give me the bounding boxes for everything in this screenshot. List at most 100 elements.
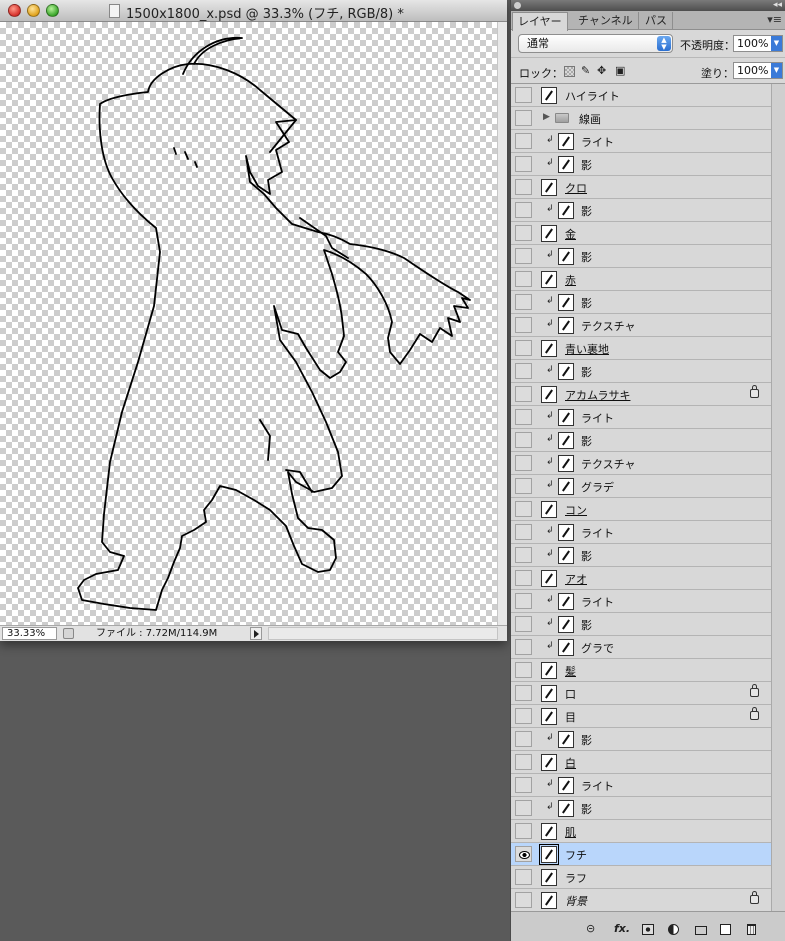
layer-thumbnail-icon[interactable]: [541, 271, 557, 288]
layer-row[interactable]: 背景: [511, 889, 771, 911]
visibility-toggle[interactable]: [515, 133, 532, 149]
layer-thumbnail-icon[interactable]: [541, 340, 557, 357]
layer-thumbnail-icon[interactable]: [558, 547, 574, 564]
layer-row[interactable]: ↲ グラデ: [511, 475, 771, 498]
visibility-toggle[interactable]: [515, 823, 532, 839]
visibility-toggle[interactable]: [515, 225, 532, 241]
close-button[interactable]: [8, 4, 21, 17]
layer-name[interactable]: 影: [581, 732, 592, 748]
layer-thumbnail-icon[interactable]: [539, 844, 559, 865]
visibility-toggle[interactable]: [515, 87, 532, 103]
layer-thumbnail-icon[interactable]: [541, 869, 557, 886]
layer-row[interactable]: 青い裏地: [511, 337, 771, 360]
layer-name[interactable]: 目: [565, 709, 576, 725]
fill-dropdown-icon[interactable]: ▼: [771, 63, 782, 78]
layer-thumbnail-icon[interactable]: [541, 892, 557, 909]
layer-name[interactable]: 影: [581, 548, 592, 564]
layer-name[interactable]: ライト: [581, 134, 614, 150]
layer-name[interactable]: グラで: [581, 640, 614, 656]
visibility-toggle[interactable]: [515, 271, 532, 287]
layer-row[interactable]: アカムラサキ: [511, 383, 771, 406]
layer-name[interactable]: コン: [565, 502, 587, 518]
layer-name[interactable]: ライト: [581, 410, 614, 426]
layer-name[interactable]: 線画: [579, 111, 601, 127]
visibility-toggle[interactable]: [515, 639, 532, 655]
visibility-toggle[interactable]: [515, 547, 532, 563]
panel-titlebar[interactable]: ◂◂: [511, 0, 785, 11]
visibility-toggle[interactable]: [515, 386, 532, 402]
layer-name[interactable]: テクスチャ: [581, 318, 636, 334]
layer-name[interactable]: 影: [581, 249, 592, 265]
zoom-button[interactable]: [46, 4, 59, 17]
layer-name[interactable]: 青い裏地: [565, 341, 609, 357]
layer-name[interactable]: 背景: [565, 893, 587, 909]
layer-name[interactable]: ライト: [581, 525, 614, 541]
blend-mode-select[interactable]: 通常 ▲ ▼: [518, 34, 673, 53]
layer-thumbnail-icon[interactable]: [558, 731, 574, 748]
layer-name[interactable]: ラフ: [565, 870, 587, 886]
layer-name[interactable]: 髪: [565, 663, 576, 679]
visibility-toggle[interactable]: [515, 317, 532, 333]
visibility-toggle[interactable]: [515, 570, 532, 586]
layer-row[interactable]: アオ: [511, 567, 771, 590]
visibility-toggle[interactable]: [515, 455, 532, 471]
layer-thumbnail-icon[interactable]: [541, 386, 557, 403]
layer-row[interactable]: ↲ ライト: [511, 130, 771, 153]
add-mask-icon[interactable]: [642, 924, 654, 935]
layer-thumbnail-icon[interactable]: [558, 156, 574, 173]
layer-name[interactable]: 金: [565, 226, 576, 242]
panel-close-dot[interactable]: [514, 2, 521, 9]
layer-row[interactable]: ラフ: [511, 866, 771, 889]
layer-row[interactable]: ハイライト: [511, 84, 771, 107]
layer-row[interactable]: コン: [511, 498, 771, 521]
layer-name[interactable]: クロ: [565, 180, 587, 196]
layer-row[interactable]: ↲ 影: [511, 728, 771, 751]
layer-row[interactable]: ↲ 影: [511, 360, 771, 383]
fill-field[interactable]: 100% ▼: [733, 62, 783, 79]
status-menu-arrow-icon[interactable]: [250, 627, 262, 640]
layer-style-fx-icon[interactable]: fx.: [614, 923, 630, 935]
layer-row[interactable]: 目: [511, 705, 771, 728]
layer-name[interactable]: 影: [581, 433, 592, 449]
visibility-toggle[interactable]: [515, 524, 532, 540]
visibility-toggle[interactable]: [515, 685, 532, 701]
layer-name[interactable]: アカムラサキ: [565, 387, 630, 403]
layer-row[interactable]: ↲ ライト: [511, 590, 771, 613]
layer-name[interactable]: 口: [565, 686, 576, 702]
status-info-icon[interactable]: [63, 628, 74, 639]
layer-name[interactable]: テクスチャ: [581, 456, 636, 472]
layer-name[interactable]: 影: [581, 364, 592, 380]
layer-thumbnail-icon[interactable]: [541, 708, 557, 725]
lock-all-icon[interactable]: ▣: [615, 64, 625, 77]
layer-thumbnail-icon[interactable]: [541, 570, 557, 587]
vertical-scrollbar[interactable]: [497, 22, 507, 625]
layer-row[interactable]: ↲ 影: [511, 613, 771, 636]
new-layer-icon[interactable]: [720, 924, 731, 935]
lock-image-brush-icon[interactable]: ✎: [581, 64, 590, 77]
layer-thumbnail-icon[interactable]: [558, 455, 574, 472]
visibility-toggle[interactable]: [515, 754, 532, 770]
layer-thumbnail-icon[interactable]: [558, 777, 574, 794]
layer-row[interactable]: 白: [511, 751, 771, 774]
visibility-toggle[interactable]: [515, 248, 532, 264]
layer-thumbnail-icon[interactable]: [558, 317, 574, 334]
visibility-toggle[interactable]: [515, 202, 532, 218]
layer-row[interactable]: ↲ 影: [511, 153, 771, 176]
layer-thumbnail-icon[interactable]: [558, 800, 574, 817]
visibility-toggle[interactable]: [515, 432, 532, 448]
layer-name[interactable]: 影: [581, 295, 592, 311]
lock-position-move-icon[interactable]: ✥: [597, 64, 606, 77]
layer-name[interactable]: フチ: [565, 847, 587, 863]
visibility-toggle[interactable]: [515, 892, 532, 908]
layer-name[interactable]: ライト: [581, 594, 614, 610]
layer-thumbnail-icon[interactable]: [558, 593, 574, 610]
layer-thumbnail-icon[interactable]: [541, 87, 557, 104]
layer-name[interactable]: 赤: [565, 272, 576, 288]
layer-name[interactable]: 影: [581, 203, 592, 219]
visibility-toggle[interactable]: [515, 363, 532, 379]
layer-thumbnail-icon[interactable]: [558, 409, 574, 426]
layer-thumbnail-icon[interactable]: [541, 225, 557, 242]
visibility-toggle[interactable]: [515, 156, 532, 172]
new-group-icon[interactable]: [695, 926, 707, 935]
layer-row[interactable]: クロ: [511, 176, 771, 199]
